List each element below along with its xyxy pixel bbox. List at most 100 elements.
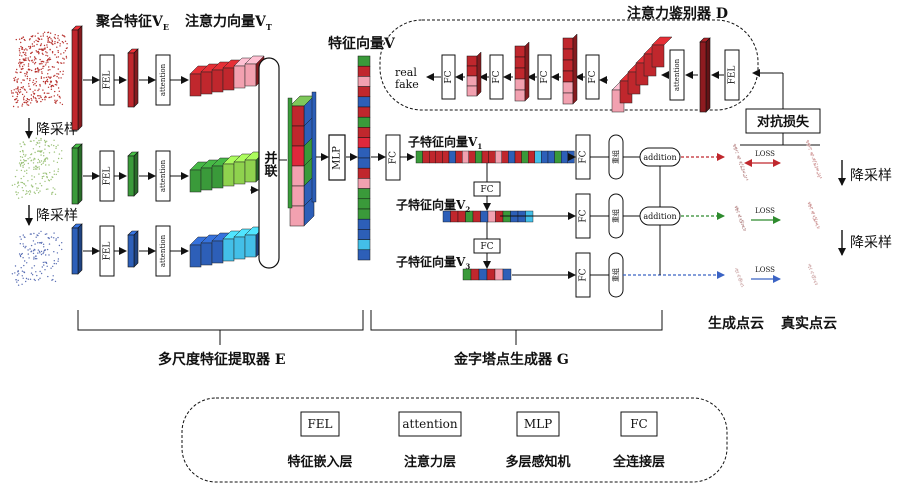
gen-fc-v2-v3-label: FC [480, 242, 493, 252]
scale-2-attention-vector-cube [189, 169, 202, 193]
input-cloud-full-point [54, 42, 56, 45]
input-cloud-half-point [45, 172, 47, 175]
input-cloud-full-point [45, 62, 47, 64]
input-cloud-full-point [59, 102, 61, 104]
input-cloud-half-point [49, 171, 51, 174]
scale-1-aggregate-bar [127, 48, 139, 108]
scale-2-fel-label: FEL [103, 167, 113, 186]
scale-3-attention-vector [189, 226, 265, 268]
input-cloud-half-point [46, 140, 48, 142]
input-cloud-half-point [53, 170, 55, 172]
input-cloud-quarter-point [32, 240, 35, 242]
input-cloud-half-point [44, 180, 46, 183]
input-cloud-half-point [39, 151, 42, 153]
input-cloud-full-point [27, 65, 30, 67]
input-cloud-full-point [37, 89, 39, 92]
input-cloud-full-point [57, 73, 60, 75]
input-cloud-full-point [49, 49, 51, 51]
input-cloud-full-point [56, 99, 58, 102]
input-cloud-half-point [22, 153, 25, 156]
sub-vector-1-cell [422, 150, 430, 164]
input-cloud-quarter-point [11, 273, 14, 275]
real-cloud-2-point [811, 206, 813, 209]
real-cloud-2-point [809, 205, 812, 207]
input-cloud-quarter-point [25, 245, 27, 248]
input-cloud-full-point [56, 46, 58, 48]
input-cloud-full-point [23, 88, 26, 91]
input-cloud-quarter-point [57, 260, 59, 262]
input-cloud-half-point [44, 144, 46, 146]
generated-cloud-3 [734, 268, 745, 288]
input-cloud-quarter-point [56, 252, 59, 254]
input-cloud-full-point [57, 50, 59, 52]
input-cloud-full-point [47, 76, 49, 78]
disc-attention-label: attention [673, 58, 681, 91]
row-3-reshape-label: 重组 [611, 268, 620, 282]
input-cloud-full-point [17, 93, 19, 96]
input-cloud-full-point [35, 39, 37, 42]
generated-cloud-3-point [742, 284, 745, 286]
feature-vector-cell [357, 157, 371, 169]
input-cloud-full-point [66, 43, 68, 45]
disc-fc-2-label: FC [540, 70, 550, 83]
input-cloud-half [11, 137, 63, 199]
input-cloud-quarter-point [35, 271, 37, 273]
input-cloud-full-point [39, 95, 42, 97]
real-cloud-1-point [811, 152, 813, 155]
sub-vector-1-cell [442, 150, 450, 164]
input-cloud-full-point [47, 39, 49, 42]
input-cloud-full-point [53, 36, 56, 38]
input-cloud-half-point [43, 175, 45, 177]
disc-aggregate-bar [699, 37, 711, 113]
sub-vector-1-cell [488, 150, 496, 164]
input-cloud-full-point [28, 45, 30, 48]
feature-vector-cell [357, 76, 371, 87]
sub-vector-1-cell [561, 150, 569, 164]
disc-vector-b-cell [514, 78, 526, 91]
downsample-label-right-1: 降采样 [850, 168, 892, 184]
real-cloud-2-point [809, 208, 811, 210]
input-cloud-full-point [41, 52, 44, 54]
loss-label-2: LOSS [755, 207, 775, 215]
input-cloud-full-point [54, 34, 56, 36]
scale-1-attention-vector-cube [189, 73, 202, 97]
input-cloud-half-point [54, 193, 57, 195]
input-cloud-full-point [37, 32, 39, 34]
generated-cloud-3-point [739, 275, 741, 277]
input-cloud-full-point [40, 76, 43, 78]
input-cloud-quarter-point [17, 279, 19, 282]
generated-cloud-1-point [743, 168, 745, 170]
generated-cloud-2-point [739, 218, 741, 220]
scale-2-attention-vector [189, 151, 265, 193]
input-cloud-full-point [46, 44, 48, 46]
input-cloud-half-point [51, 176, 53, 178]
scale-1-fel-label: FEL [103, 71, 113, 90]
adversarial-loss-label: 对抗损失 [757, 114, 810, 130]
input-cloud-full-point [19, 88, 21, 91]
real-cloud-3-point [812, 274, 814, 277]
input-cloud-full-point [37, 69, 39, 72]
input-cloud-half-point [55, 147, 57, 150]
input-cloud-full-point [54, 83, 57, 86]
input-cloud-full-point [14, 99, 16, 101]
generated-cloud-2-point [738, 211, 740, 213]
scale-1-attention-vector [189, 55, 265, 97]
input-cloud-half-point [22, 189, 24, 192]
input-cloud-quarter-point [22, 245, 25, 247]
real-cloud-3-point [810, 271, 813, 273]
real-cloud-3-point [810, 272, 812, 274]
input-cloud-full-point [47, 31, 50, 33]
input-cloud-half-point [50, 178, 52, 181]
input-cloud-full-point [49, 36, 51, 38]
real-cloud-1-point [817, 176, 819, 178]
input-cloud-full-point [54, 90, 56, 93]
input-cloud-full-point [55, 84, 58, 86]
real-cloud-label: 真实点云 [781, 315, 837, 332]
real-cloud-3-point [815, 276, 817, 278]
input-cloud-full-point [47, 41, 49, 43]
input-cloud-full-point [44, 47, 46, 49]
input-cloud-full-point [34, 57, 36, 59]
input-cloud-full-point [47, 38, 49, 40]
input-cloud-full-point [42, 67, 44, 70]
real-cloud-3-point [812, 272, 815, 274]
